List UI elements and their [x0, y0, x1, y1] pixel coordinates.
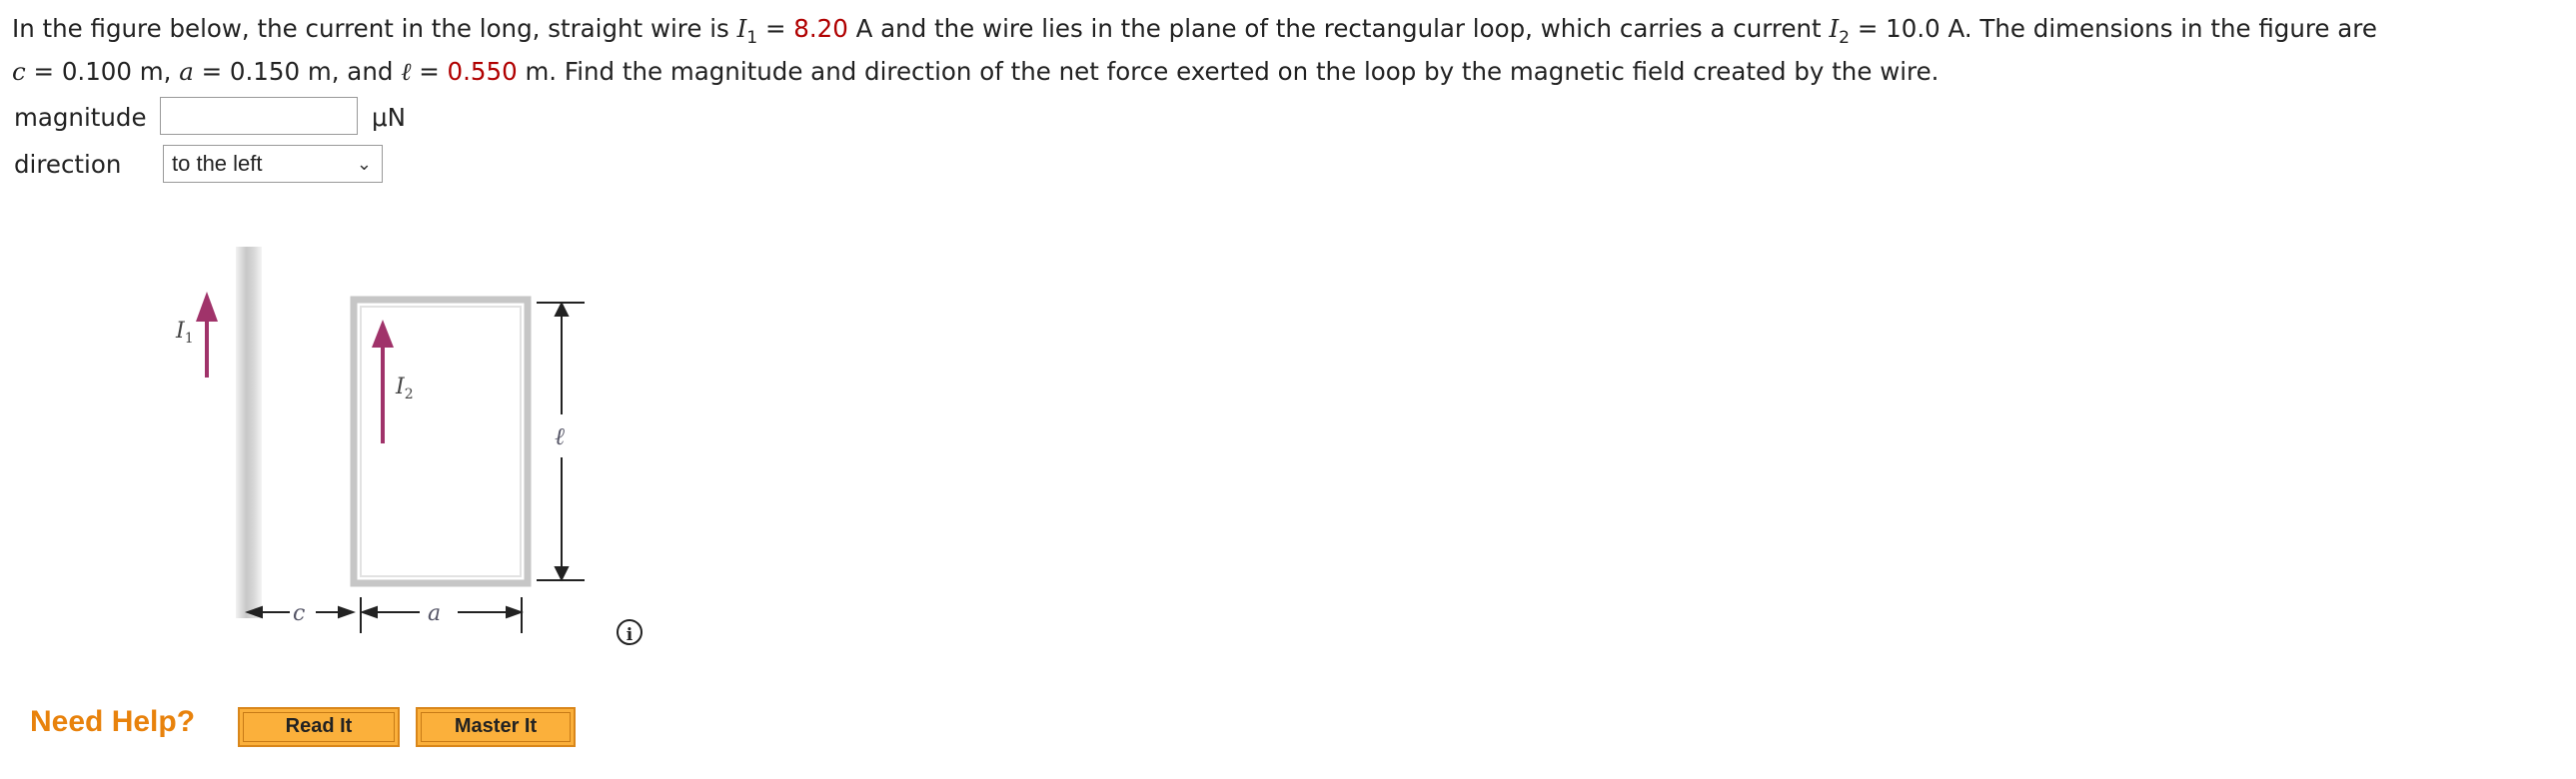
c-label: c: [293, 601, 305, 626]
wire: [236, 247, 262, 618]
I1-label: I1: [175, 319, 194, 347]
master-it-button[interactable]: Master It: [416, 707, 576, 747]
svg-text:i: i: [627, 625, 634, 645]
need-help-label: Need Help?: [30, 705, 196, 738]
I2-label: I2: [395, 375, 414, 402]
a-label: a: [428, 601, 441, 626]
info-icon[interactable]: i: [617, 619, 643, 645]
a-dimension: [360, 597, 524, 633]
I2-arrow: [372, 320, 394, 443]
ell-label: ℓ: [555, 422, 565, 450]
read-it-button[interactable]: Read It: [238, 707, 400, 747]
figure: I1 I2 ℓ c a i: [175, 247, 643, 645]
I1-arrow: [196, 292, 218, 378]
